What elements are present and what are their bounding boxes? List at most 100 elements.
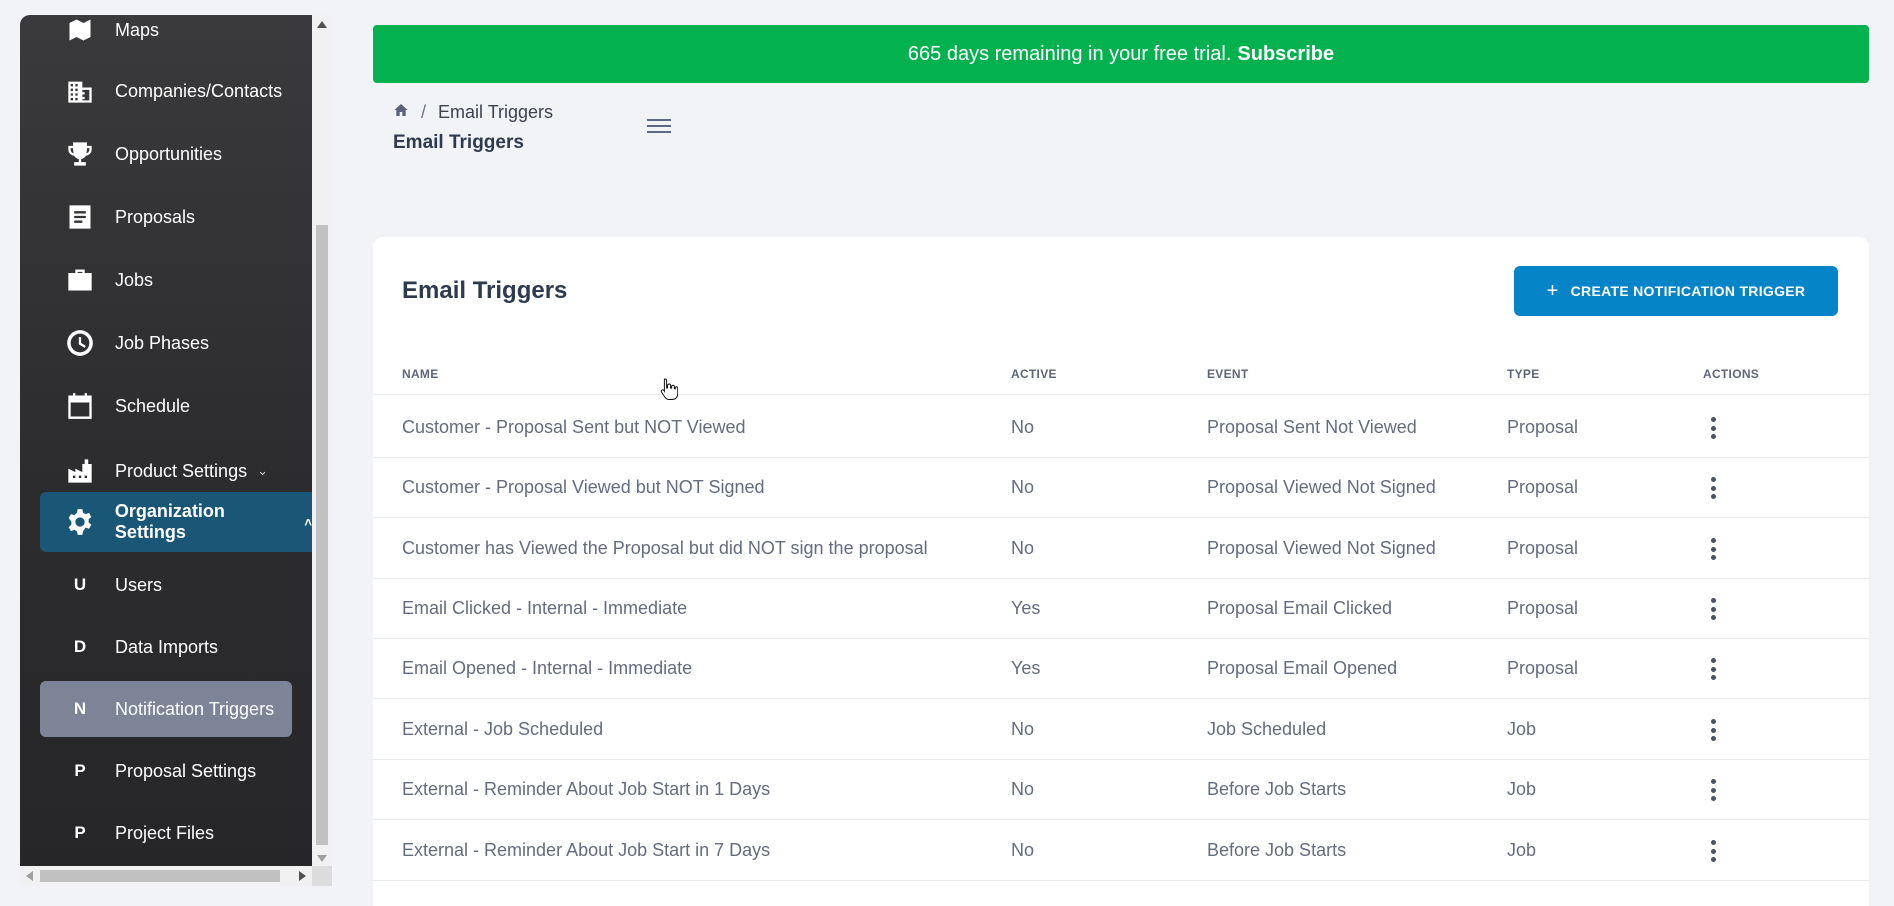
home-icon[interactable] bbox=[393, 102, 409, 123]
more-actions-icon[interactable] bbox=[1703, 719, 1723, 741]
chevron-down-icon: ⌄ bbox=[257, 463, 268, 478]
subitem-letter: N bbox=[73, 699, 87, 718]
table-row[interactable]: External - Reminder About Job Start in 7… bbox=[373, 820, 1869, 881]
cell-event: Job Scheduled bbox=[1207, 719, 1327, 739]
sidebar-item-label: Product Settings bbox=[115, 460, 248, 481]
sidebar-item-proposals[interactable]: Proposals bbox=[20, 187, 312, 247]
breadcrumb-separator: / bbox=[421, 102, 427, 122]
table-row[interactable]: External - Job Scheduled No Job Schedule… bbox=[373, 699, 1869, 760]
sidebar-item-label: Users bbox=[115, 574, 163, 595]
header-actions: ACTIONS bbox=[1703, 367, 1760, 381]
more-actions-icon[interactable] bbox=[1703, 538, 1723, 560]
sidebar-subitem-proposal-settings[interactable]: P Proposal Settings bbox=[20, 741, 312, 801]
header-event: EVENT bbox=[1207, 367, 1249, 381]
cell-event: Proposal Viewed Not Signed bbox=[1207, 538, 1436, 558]
table-header: NAME ACTIVE EVENT TYPE ACTIONS bbox=[373, 357, 1869, 395]
sidebar-item-label: Opportunities bbox=[115, 143, 223, 164]
sidebar-item-label: Jobs bbox=[115, 269, 154, 290]
sidebar-subitem-project-files[interactable]: P Project Files bbox=[20, 803, 312, 863]
factory-icon bbox=[65, 456, 95, 486]
trial-banner: 665 days remaining in your free trial. S… bbox=[373, 25, 1869, 83]
cell-name: Email Opened - Internal - Immediate bbox=[402, 658, 693, 678]
more-actions-icon[interactable] bbox=[1703, 840, 1723, 862]
cell-active: No bbox=[1011, 840, 1035, 860]
sidebar-item-jobs[interactable]: Jobs bbox=[20, 250, 312, 310]
cell-type: Job bbox=[1507, 779, 1537, 799]
cell-name: External - Reminder About Job Start in 7… bbox=[402, 840, 771, 860]
cell-type: Job bbox=[1507, 719, 1537, 739]
sidebar-subitem-data-imports[interactable]: D Data Imports bbox=[20, 617, 312, 677]
table-row[interactable]: Email Opened - Internal - Immediate Yes … bbox=[373, 638, 1869, 699]
cell-type: Proposal bbox=[1507, 477, 1579, 497]
hamburger-menu-icon[interactable] bbox=[647, 115, 671, 135]
building-icon bbox=[65, 76, 95, 106]
sidebar-item-label: Data Imports bbox=[115, 636, 219, 657]
cell-name: External - Job Scheduled bbox=[402, 719, 604, 739]
scroll-right-arrow-icon[interactable] bbox=[299, 871, 306, 881]
more-actions-icon[interactable] bbox=[1703, 598, 1723, 620]
cell-event: Proposal Email Opened bbox=[1207, 658, 1398, 678]
card-title: Email Triggers bbox=[402, 277, 568, 304]
table-row[interactable]: External - Reminder About Job Start in 1… bbox=[373, 759, 1869, 820]
more-actions-icon[interactable] bbox=[1703, 779, 1723, 801]
sidebar-item-label: Proposal Settings bbox=[115, 760, 257, 781]
subscribe-link[interactable]: Subscribe bbox=[1237, 43, 1334, 66]
subitem-letter: D bbox=[73, 637, 87, 656]
sidebar-item-job-phases[interactable]: Job Phases bbox=[20, 313, 312, 373]
email-triggers-card: Email Triggers + CREATE NOTIFICATION TRI… bbox=[373, 237, 1869, 906]
more-actions-icon[interactable] bbox=[1703, 477, 1723, 499]
table-row[interactable]: Customer - Proposal Viewed but NOT Signe… bbox=[373, 457, 1869, 518]
table-row[interactable]: Customer - Proposal Sent but NOT Viewed … bbox=[373, 397, 1869, 458]
plus-icon: + bbox=[1546, 279, 1559, 302]
scrollbar-thumb[interactable] bbox=[316, 225, 328, 845]
header-type: TYPE bbox=[1507, 367, 1540, 381]
cell-name: Customer has Viewed the Proposal but did… bbox=[402, 538, 928, 558]
cell-type: Proposal bbox=[1507, 417, 1579, 437]
sidebar-item-label: Maps bbox=[115, 19, 160, 40]
cell-type: Proposal bbox=[1507, 538, 1579, 558]
chevron-up-icon: ˄ bbox=[304, 514, 312, 530]
more-actions-icon[interactable] bbox=[1703, 658, 1723, 680]
scroll-up-arrow-icon[interactable] bbox=[317, 21, 327, 28]
cell-active: No bbox=[1011, 779, 1035, 799]
gear-icon bbox=[65, 507, 95, 537]
sidebar-item-opportunities[interactable]: Opportunities bbox=[20, 124, 312, 184]
cell-type: Proposal bbox=[1507, 598, 1579, 618]
create-button-label: CREATE NOTIFICATION TRIGGER bbox=[1570, 283, 1806, 299]
sidebar-item-label: Schedule bbox=[115, 395, 191, 416]
sidebar-item-label: Proposals bbox=[115, 206, 196, 227]
cell-name: Customer - Proposal Viewed but NOT Signe… bbox=[402, 477, 765, 497]
table-row[interactable]: Customer has Viewed the Proposal but did… bbox=[373, 518, 1869, 579]
cell-event: Before Job Starts bbox=[1207, 840, 1347, 860]
sidebar-item-label: Project Files bbox=[115, 822, 215, 843]
cell-name: Email Clicked - Internal - Immediate bbox=[402, 598, 688, 618]
sidebar-item-maps[interactable]: Maps bbox=[20, 15, 312, 60]
sidebar-item-companies-contacts[interactable]: Companies/Contacts bbox=[20, 61, 312, 121]
briefcase-icon bbox=[65, 265, 95, 295]
sidebar-subitem-notification-triggers[interactable]: N Notification Triggers bbox=[40, 681, 292, 737]
create-notification-trigger-button[interactable]: + CREATE NOTIFICATION TRIGGER bbox=[1514, 266, 1838, 316]
scrollbar-thumb[interactable] bbox=[40, 870, 280, 882]
sidebar-vertical-scrollbar[interactable] bbox=[312, 15, 332, 868]
cell-event: Proposal Viewed Not Signed bbox=[1207, 477, 1436, 497]
cell-active: No bbox=[1011, 477, 1035, 497]
sidebar-item-schedule[interactable]: Schedule bbox=[20, 376, 312, 436]
document-icon bbox=[65, 202, 95, 232]
cell-name: Customer - Proposal Sent but NOT Viewed bbox=[402, 417, 746, 437]
cell-active: No bbox=[1011, 538, 1035, 558]
subitem-letter: P bbox=[74, 823, 86, 842]
cell-type: Proposal bbox=[1507, 658, 1579, 678]
scroll-down-arrow-icon[interactable] bbox=[317, 855, 327, 862]
table-row[interactable]: Email Clicked - Internal - Immediate Yes… bbox=[373, 578, 1869, 639]
sidebar-item-organization-settings[interactable]: Organization Settings ˄ bbox=[40, 492, 312, 552]
cell-active: No bbox=[1011, 417, 1035, 437]
scroll-left-arrow-icon[interactable] bbox=[26, 871, 33, 881]
more-actions-icon[interactable] bbox=[1703, 417, 1723, 439]
sidebar-item-label: Organization Settings bbox=[114, 501, 225, 542]
sidebar-subitem-users[interactable]: U Users bbox=[20, 555, 312, 615]
calendar-icon bbox=[65, 391, 95, 421]
breadcrumb-current: Email Triggers bbox=[438, 102, 554, 122]
sidebar: Maps Companies/Contacts Opportunities Pr… bbox=[20, 15, 312, 885]
sidebar-horizontal-scrollbar[interactable] bbox=[20, 866, 312, 886]
sidebar-item-label: Job Phases bbox=[115, 332, 210, 353]
